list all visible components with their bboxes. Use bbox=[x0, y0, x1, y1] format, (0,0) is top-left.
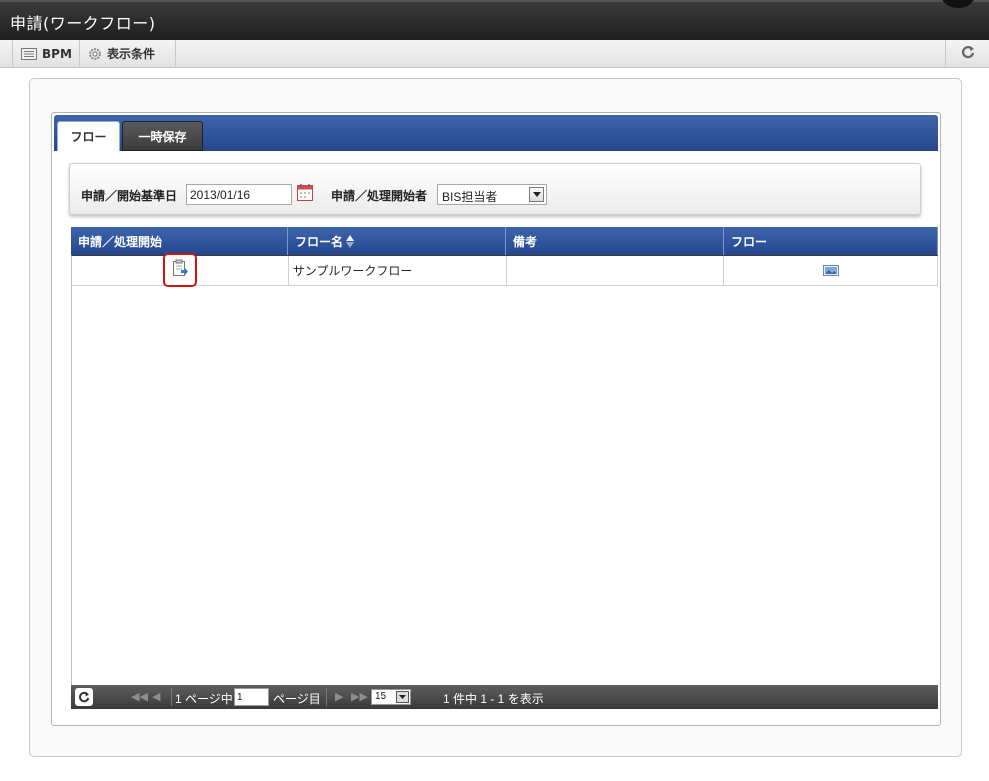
display-conditions-button[interactable]: 表示条件 bbox=[80, 40, 176, 67]
page-number-input[interactable] bbox=[234, 688, 269, 706]
column-header-flow-name[interactable]: フロー名 bbox=[288, 227, 506, 255]
page-size-select[interactable]: 15 bbox=[371, 689, 411, 705]
remarks-cell bbox=[507, 256, 725, 285]
refresh-icon bbox=[79, 691, 90, 703]
workflow-panel: フロー 一時保存 申請／開始基準日 申請／処理開始者 BIS担当者 申請／処理開… bbox=[51, 112, 941, 726]
pager-divider bbox=[326, 688, 327, 706]
base-date-label: 申請／開始基準日 bbox=[81, 189, 178, 203]
clipboard-icon bbox=[172, 259, 188, 280]
tab-flow[interactable]: フロー bbox=[57, 121, 120, 151]
page-size-value: 15 bbox=[375, 691, 387, 702]
first-page-icon[interactable]: ◀◀ bbox=[131, 690, 148, 703]
column-header-start[interactable]: 申請／処理開始 bbox=[71, 227, 288, 255]
display-conditions-label: 表示条件 bbox=[107, 47, 156, 61]
next-page-icon[interactable]: ▶ bbox=[335, 690, 343, 703]
toolbar: BPM 表示条件 bbox=[0, 40, 989, 68]
chevron-down-icon bbox=[529, 187, 544, 202]
column-header-remarks[interactable]: 備考 bbox=[506, 227, 724, 255]
sort-icon[interactable] bbox=[346, 234, 355, 248]
tab-strip: フロー 一時保存 bbox=[54, 115, 938, 151]
chevron-down-icon bbox=[396, 691, 409, 703]
pager: ◀◀ ◀ 1 ページ中 ページ目 ▶ ▶▶ 15 1 件中 1 - 1 を表示 bbox=[71, 685, 938, 709]
tab-temporary-save[interactable]: 一時保存 bbox=[122, 121, 203, 151]
grid-body: サンプルワークフロー bbox=[71, 252, 938, 685]
bpm-button[interactable]: BPM bbox=[12, 40, 80, 67]
gear-icon bbox=[88, 47, 102, 61]
page-suffix-label: ページ目 bbox=[273, 692, 321, 706]
flow-name-cell: サンプルワークフロー bbox=[289, 256, 507, 285]
page-prefix-label: 1 ページ中 bbox=[175, 692, 233, 706]
start-application-button[interactable] bbox=[162, 252, 197, 287]
prev-page-icon[interactable]: ◀ bbox=[152, 690, 160, 703]
column-header-flow[interactable]: フロー bbox=[724, 227, 938, 255]
refresh-button[interactable] bbox=[945, 40, 989, 67]
grid-header: 申請／処理開始 フロー名 備考 フロー bbox=[71, 227, 938, 255]
corner-ornament bbox=[941, 0, 975, 8]
pager-refresh-button[interactable] bbox=[75, 688, 93, 706]
window-titlebar: 申請(ワークフロー) bbox=[0, 0, 989, 40]
applicant-select-value: BIS担当者 bbox=[442, 190, 498, 204]
pager-summary: 1 件中 1 - 1 を表示 bbox=[443, 692, 544, 706]
applicant-select[interactable]: BIS担当者 bbox=[437, 184, 547, 205]
list-icon bbox=[21, 47, 37, 60]
last-page-icon[interactable]: ▶▶ bbox=[351, 690, 368, 703]
table-row: サンプルワークフロー bbox=[72, 252, 938, 287]
calendar-icon[interactable] bbox=[297, 184, 313, 204]
window-title: 申請(ワークフロー) bbox=[10, 14, 156, 33]
bpm-button-label: BPM bbox=[42, 46, 72, 61]
base-date-input[interactable] bbox=[186, 184, 292, 205]
column-header-flow-name-label: フロー名 bbox=[295, 234, 344, 249]
flow-cell bbox=[724, 256, 938, 285]
refresh-icon bbox=[961, 45, 975, 62]
applicant-label: 申請／処理開始者 bbox=[331, 189, 428, 203]
search-conditions: 申請／開始基準日 申請／処理開始者 BIS担当者 bbox=[69, 163, 921, 215]
flow-image-icon[interactable] bbox=[822, 265, 839, 276]
start-cell bbox=[72, 252, 289, 287]
pager-divider bbox=[171, 688, 172, 706]
main-container: フロー 一時保存 申請／開始基準日 申請／処理開始者 BIS担当者 申請／処理開… bbox=[29, 78, 962, 757]
